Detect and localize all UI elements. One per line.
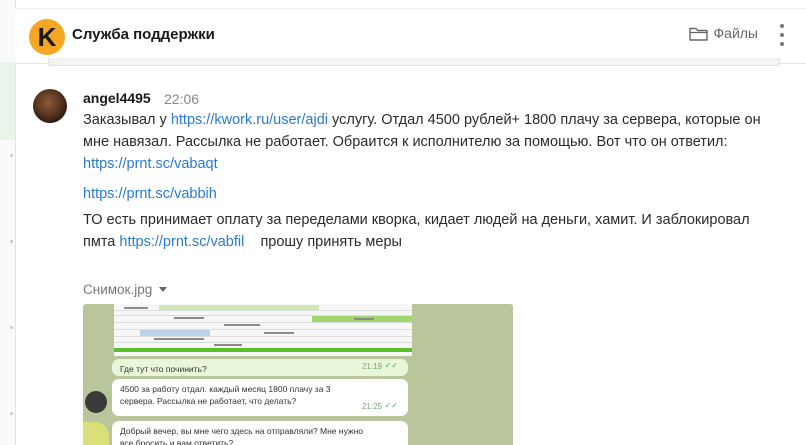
message-paragraph: ТО есть принимает оплату за переделами к… — [83, 209, 783, 253]
chat-title: Служба поддержки — [72, 26, 215, 43]
rail-dot — [10, 240, 13, 243]
bubble-text: 4500 за работу отдал. каждый месяц 1800 … — [120, 384, 331, 406]
screenshot-link[interactable]: https://prnt.sc/vabbih — [83, 186, 217, 202]
rail-dot — [10, 154, 13, 157]
message-text: прошу принять меры — [244, 234, 402, 250]
top-divider — [15, 0, 806, 9]
bubble-time: 21:19 — [361, 362, 382, 371]
folder-icon — [688, 27, 708, 41]
message-time: 22:06 — [164, 91, 200, 107]
bubble-text: Добрый вечер, вы мне чего здесь на отпра… — [120, 426, 364, 445]
rail-dot — [10, 326, 13, 329]
message-author[interactable]: angel4495 — [83, 90, 151, 106]
chat-bubble: Добрый вечер, вы мне чего здесь на отпра… — [112, 421, 408, 445]
more-vertical-icon[interactable] — [778, 24, 786, 46]
read-check-icon: ✓✓ — [384, 361, 398, 370]
profile-link[interactable]: https://kwork.ru/user/ajdi — [171, 112, 328, 128]
chat-header: K Служба поддержки Файлы — [15, 9, 806, 64]
author-avatar[interactable] — [33, 89, 67, 123]
message-text: Заказывал у — [83, 112, 171, 128]
chat-bubble: Где тут что починить? 21:19 ✓✓ — [112, 359, 408, 376]
screenshot-link[interactable]: https://prnt.sc/vabfil — [119, 234, 244, 250]
left-rail — [0, 0, 16, 445]
rail-dot — [10, 412, 13, 415]
spreadsheet-thumbnail — [114, 304, 412, 356]
attachment-toggle[interactable]: Снимок.jpg — [83, 282, 168, 297]
caret-down-icon — [159, 287, 168, 292]
read-check-icon: ✓✓ — [384, 401, 398, 410]
sender-avatar — [85, 391, 107, 413]
screenshot-link[interactable]: https://prnt.sc/vabaqt — [83, 156, 218, 172]
files-button[interactable]: Файлы — [688, 25, 758, 41]
bubble-time: 21:25 — [361, 402, 382, 411]
kwork-logo-icon: K — [29, 19, 65, 55]
files-label: Файлы — [713, 25, 758, 41]
message-paragraph: https://prnt.sc/vabaqt — [83, 153, 783, 175]
message-paragraph: Заказывал у https://kwork.ru/user/ajdi у… — [83, 109, 783, 153]
bubble-text: Где тут что починить? — [120, 364, 207, 374]
attachment-filename: Снимок.jpg — [83, 282, 153, 297]
chat-bubble: 4500 за работу отдал. каждый месяц 1800 … — [112, 379, 408, 416]
header-scroll-shadow — [48, 58, 780, 66]
attachment-image[interactable]: Где тут что починить? 21:19 ✓✓ 4500 за р… — [83, 304, 513, 445]
message-paragraph: https://prnt.sc/vabbih — [83, 183, 783, 205]
sticker-thumbnail — [83, 422, 109, 445]
active-chat-indicator — [0, 62, 15, 140]
